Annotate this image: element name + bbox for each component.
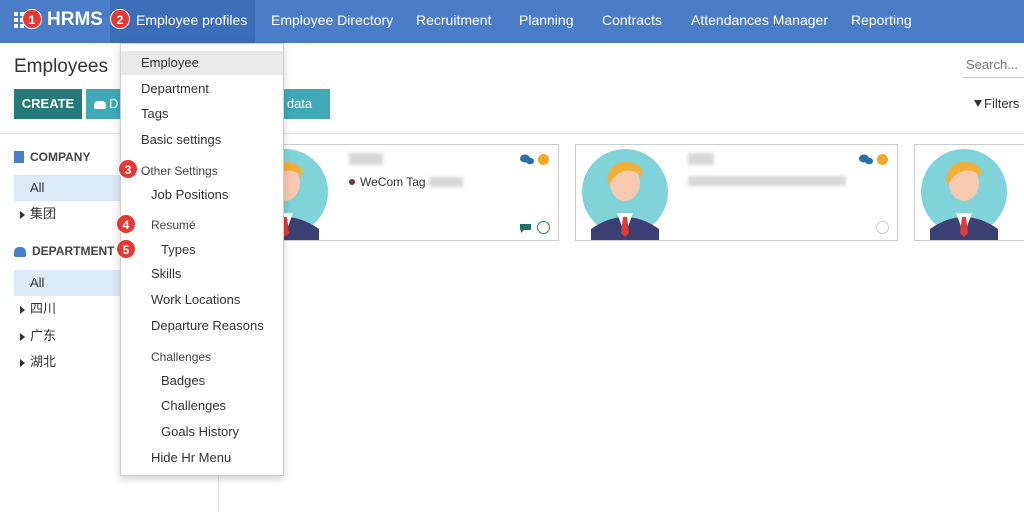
menu-item-skills[interactable]: Skills	[121, 262, 283, 286]
menu-item-employee[interactable]: Employee	[121, 51, 283, 75]
activity-clock-icon[interactable]	[537, 221, 550, 234]
users-icon	[14, 247, 26, 257]
filter-icon	[974, 100, 982, 107]
employee-card[interactable]	[914, 144, 1024, 241]
menu-item-hide-hr-menu[interactable]: Hide Hr Menu	[121, 446, 283, 470]
status-dot	[877, 154, 888, 165]
employee-name	[688, 153, 714, 168]
department-item-label: 湖北	[30, 354, 57, 369]
menu-item-badges[interactable]: Badges	[121, 369, 283, 393]
nav-employee-directory[interactable]: Employee Directory	[271, 0, 393, 43]
department-item-label: 四川	[30, 301, 57, 316]
marker-5: 5	[116, 239, 136, 259]
nav-employee-profiles[interactable]: Employee profiles	[110, 0, 255, 43]
nav-planning[interactable]: Planning	[519, 0, 574, 43]
tag-label: WeCom Tag	[360, 175, 426, 189]
nav-contracts[interactable]: Contracts	[602, 0, 662, 43]
import-data-button[interactable]: e data	[276, 89, 330, 119]
menu-header-challenges: Challenges	[151, 350, 212, 364]
menu-item-departure-reasons[interactable]: Departure Reasons	[121, 314, 283, 338]
menu-item-work-locations[interactable]: Work Locations	[121, 288, 283, 312]
employee-tag: WeCom Tag	[349, 175, 463, 189]
caret-right-icon[interactable]	[20, 306, 25, 314]
menu-item-basic-settings[interactable]: Basic settings	[121, 128, 283, 152]
download-button[interactable]: D	[86, 89, 120, 119]
menu-item-department[interactable]: Department	[121, 77, 283, 101]
create-button[interactable]: CREATE	[14, 89, 82, 119]
download-label: D	[109, 96, 119, 111]
marker-4: 4	[116, 214, 136, 234]
wechat-icon	[520, 154, 534, 165]
company-heading: COMPANY	[14, 150, 90, 164]
nav-recruitment[interactable]: Recruitment	[416, 0, 491, 43]
marker-1: 1	[22, 9, 42, 29]
menu-item-tags[interactable]: Tags	[121, 102, 283, 126]
nav-reporting[interactable]: Reporting	[851, 0, 912, 43]
app-brand[interactable]: HRMS	[47, 9, 103, 31]
caret-right-icon[interactable]	[20, 359, 25, 367]
caret-right-icon[interactable]	[20, 211, 25, 219]
menu-item-challenges[interactable]: Challenges	[121, 394, 283, 418]
page-title: Employees	[14, 56, 108, 77]
avatar	[915, 145, 1019, 240]
marker-3: 3	[118, 159, 138, 179]
search-input[interactable]	[962, 52, 1024, 78]
department-heading-label: DEPARTMENT	[32, 244, 115, 258]
filters-button[interactable]: Filters	[974, 96, 1019, 111]
tag-color-dot	[349, 179, 355, 185]
employee-card[interactable]	[575, 144, 898, 241]
avatar	[576, 145, 680, 240]
department-item-label: 广东	[30, 328, 57, 343]
wechat-icon	[859, 154, 873, 165]
nav-attendances-manager[interactable]: Attendances Manager	[691, 0, 828, 43]
filters-label: Filters	[984, 96, 1020, 111]
nav-label: Employee profiles	[136, 12, 248, 28]
menu-item-job-positions[interactable]: Job Positions	[121, 183, 283, 207]
top-navbar: 1 HRMS Employee profiles 2 Employee Dire…	[0, 0, 1024, 43]
department-heading: DEPARTMENT	[14, 244, 114, 258]
company-heading-label: COMPANY	[30, 150, 91, 164]
building-icon	[14, 151, 24, 163]
caret-right-icon[interactable]	[20, 333, 25, 341]
status-dot	[538, 154, 549, 165]
employee-job	[688, 175, 846, 189]
menu-header-other-settings: Other Settings	[141, 164, 218, 178]
menu-item-types[interactable]: Types	[121, 238, 283, 262]
company-item-label: 集团	[30, 206, 57, 221]
employee-name	[349, 153, 383, 168]
menu-header-resume: Resumé	[151, 218, 196, 232]
chat-icon[interactable]	[519, 223, 532, 233]
menu-item-goals-history[interactable]: Goals History	[121, 420, 283, 444]
activity-clock-icon[interactable]	[876, 221, 889, 234]
marker-2: 2	[110, 9, 130, 29]
employee-profiles-dropdown: Employee Department Tags Basic settings …	[120, 43, 284, 476]
cloud-download-icon	[94, 101, 106, 109]
